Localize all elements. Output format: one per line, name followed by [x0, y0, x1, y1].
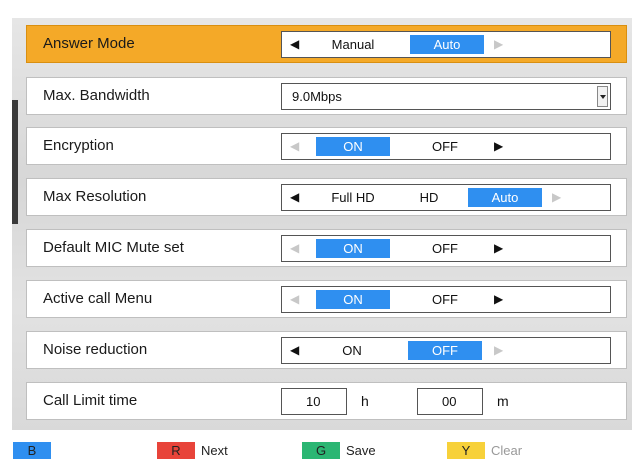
row-max-bandwidth[interactable]: Max. Bandwidth 9.0Mbps [26, 77, 627, 115]
minutes-unit: m [497, 393, 509, 409]
option-off[interactable]: OFF [414, 137, 476, 156]
noise-reduction-selector[interactable]: ◀ ON OFF ▶ [281, 337, 611, 364]
max-resolution-selector[interactable]: ◀ Full HD HD Auto ▶ [281, 184, 611, 211]
row-call-limit-time[interactable]: Call Limit time 10 h 00 m [26, 382, 627, 420]
row-default-mic-mute[interactable]: Default MIC Mute set ◀ ON OFF ▶ [26, 229, 627, 267]
max-bandwidth-dropdown[interactable]: 9.0Mbps [281, 83, 611, 110]
encryption-selector[interactable]: ◀ ON OFF ▶ [281, 133, 611, 160]
footer-key-bar: B R Next G Save Y Clear [0, 436, 642, 460]
blue-key-button[interactable]: B [13, 442, 51, 459]
triangle-right-icon: ▶ [552, 190, 562, 204]
max-bandwidth-value: 9.0Mbps [292, 89, 342, 104]
option-auto[interactable]: Auto [468, 188, 542, 207]
green-key-button[interactable]: G [302, 442, 340, 459]
dropdown-arrow-icon[interactable] [597, 86, 608, 107]
triangle-left-icon: ◀ [290, 241, 300, 255]
save-label: Save [346, 443, 376, 458]
noise-reduction-label: Noise reduction [43, 341, 148, 358]
option-hd[interactable]: HD [402, 188, 456, 207]
option-full-hd[interactable]: Full HD [314, 188, 392, 207]
answer-mode-label: Answer Mode [43, 35, 135, 52]
option-on[interactable]: ON [316, 137, 390, 156]
triangle-left-icon[interactable]: ◀ [290, 32, 299, 57]
option-on[interactable]: ON [316, 239, 390, 258]
default-mic-mute-label: Default MIC Mute set [43, 239, 184, 256]
triangle-right-icon[interactable]: ▶ [494, 134, 503, 159]
call-limit-time-label: Call Limit time [43, 392, 138, 409]
row-answer-mode[interactable]: Answer Mode ◀ Manual Auto ▶ [26, 25, 627, 63]
row-noise-reduction[interactable]: Noise reduction ◀ ON OFF ▶ [26, 331, 627, 369]
clear-label: Clear [491, 443, 523, 458]
row-max-resolution[interactable]: Max Resolution ◀ Full HD HD Auto ▶ [26, 178, 627, 216]
option-off[interactable]: OFF [414, 290, 476, 309]
answer-mode-selector[interactable]: ◀ Manual Auto ▶ [281, 31, 611, 58]
row-encryption[interactable]: Encryption ◀ ON OFF ▶ [26, 127, 627, 165]
triangle-right-icon: ▶ [494, 343, 504, 357]
option-on[interactable]: ON [316, 290, 390, 309]
active-call-menu-selector[interactable]: ◀ ON OFF ▶ [281, 286, 611, 313]
option-manual[interactable]: Manual [318, 35, 388, 54]
row-active-call-menu[interactable]: Active call Menu ◀ ON OFF ▶ [26, 280, 627, 318]
hours-input[interactable]: 10 [281, 388, 347, 415]
default-mic-mute-selector[interactable]: ◀ ON OFF ▶ [281, 235, 611, 262]
option-on[interactable]: ON [322, 341, 382, 360]
triangle-right-icon[interactable]: ▶ [494, 236, 503, 261]
triangle-left-icon[interactable]: ◀ [290, 185, 299, 210]
triangle-right-icon: ▶ [494, 37, 504, 51]
active-call-menu-label: Active call Menu [43, 290, 153, 307]
option-off[interactable]: OFF [414, 239, 476, 258]
max-bandwidth-label: Max. Bandwidth [43, 87, 150, 104]
option-auto[interactable]: Auto [410, 35, 484, 54]
triangle-left-icon: ◀ [290, 292, 300, 306]
triangle-right-icon[interactable]: ▶ [494, 287, 503, 312]
red-key-button[interactable]: R [157, 442, 195, 459]
max-resolution-label: Max Resolution [43, 188, 147, 205]
triangle-left-icon: ◀ [290, 139, 300, 153]
hours-unit: h [361, 393, 369, 409]
triangle-left-icon[interactable]: ◀ [290, 338, 299, 363]
minutes-input[interactable]: 00 [417, 388, 483, 415]
next-label: Next [201, 443, 228, 458]
scroll-indicator [12, 100, 18, 224]
option-off[interactable]: OFF [408, 341, 482, 360]
encryption-label: Encryption [43, 137, 114, 154]
yellow-key-button[interactable]: Y [447, 442, 485, 459]
